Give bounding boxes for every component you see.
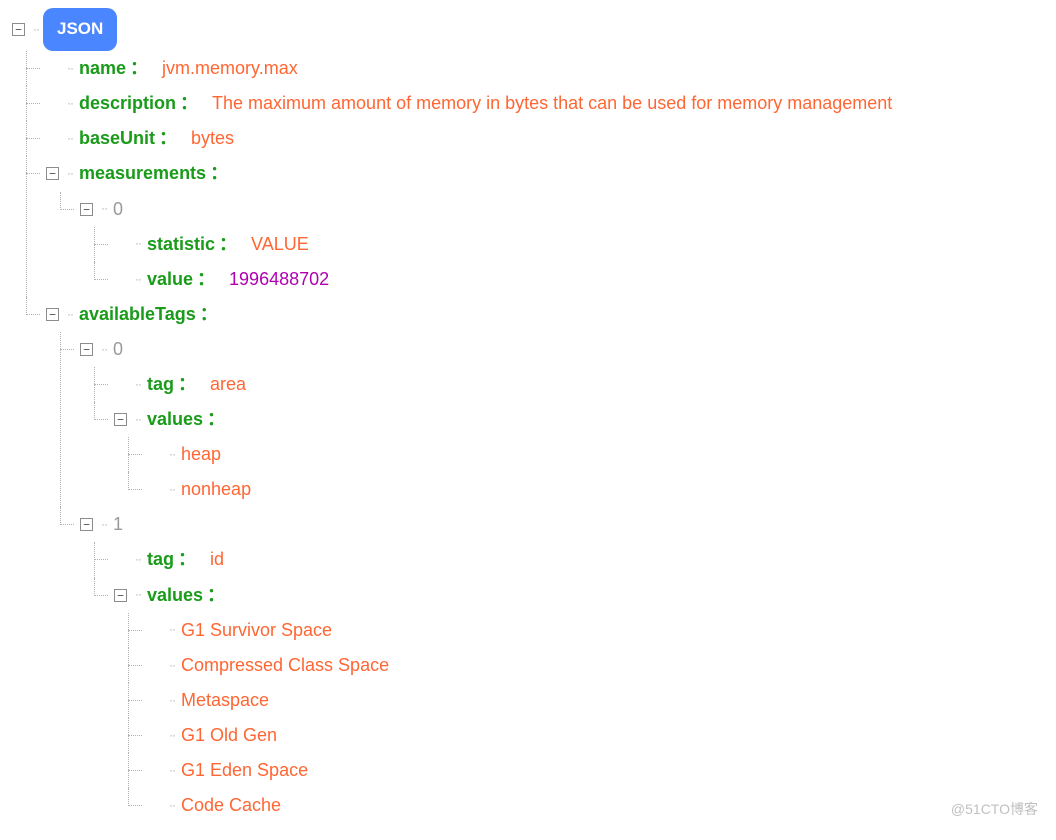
json-value: id	[210, 542, 224, 577]
tree-connector-icon: ··	[169, 689, 175, 712]
tree-connector-icon: ··	[169, 794, 175, 817]
collapse-icon[interactable]: −	[12, 23, 25, 36]
json-value: VALUE	[251, 227, 309, 262]
list-item: ·· Code Cache	[148, 788, 1044, 823]
tree-connector-icon: ··	[169, 654, 175, 677]
prop-statistic: ·· statistic： VALUE	[114, 227, 1044, 262]
tree-connector-icon: ··	[101, 513, 107, 536]
tree-connector-icon: ··	[169, 618, 175, 641]
array-item: −·· 0 ·· statistic： VALUE	[80, 192, 1044, 297]
json-key: tag	[147, 367, 174, 402]
tree-connector-icon: ··	[169, 443, 175, 466]
json-key: value	[147, 262, 193, 297]
tree-connector-icon: ··	[67, 57, 73, 80]
tree-connector-icon: ··	[67, 162, 73, 185]
json-key: description	[79, 86, 176, 121]
json-key: values	[147, 402, 203, 437]
json-value: G1 Survivor Space	[181, 613, 332, 648]
prop-values: −·· values： ··heap ··nonheap	[114, 402, 1044, 507]
json-value: bytes	[191, 121, 234, 156]
json-value: Compressed Class Space	[181, 648, 389, 683]
tree-connector-icon: ··	[169, 724, 175, 747]
json-tree-root: − ·· JSON ·· name： jvm.memory.max ·· des…	[12, 8, 1044, 823]
collapse-icon[interactable]: −	[114, 589, 127, 602]
json-value: area	[210, 367, 246, 402]
tree-connector-icon: ··	[33, 18, 39, 41]
prop-tag: ·· tag： id	[114, 542, 1044, 577]
array-index: 0	[113, 332, 123, 367]
tree-connector-icon: ··	[169, 759, 175, 782]
list-item: ·· Compressed Class Space	[148, 648, 1044, 683]
list-item: ·· G1 Old Gen	[148, 718, 1044, 753]
tree-connector-icon: ··	[169, 478, 175, 501]
collapse-icon[interactable]: −	[46, 308, 59, 321]
tree-connector-icon: ··	[101, 197, 107, 220]
watermark-text: @51CTO博客	[951, 796, 1038, 823]
prop-name: ·· name： jvm.memory.max	[46, 51, 1044, 86]
collapse-icon[interactable]: −	[114, 413, 127, 426]
json-value: heap	[181, 437, 221, 472]
collapse-icon[interactable]: −	[80, 518, 93, 531]
prop-availabletags: −·· availableTags： −·· 0 ·· tag： ar	[46, 297, 1044, 823]
tree-connector-icon: ··	[135, 583, 141, 606]
array-index: 0	[113, 192, 123, 227]
list-item: ·· G1 Survivor Space	[148, 613, 1044, 648]
tree-connector-icon: ··	[101, 338, 107, 361]
list-item: ·· Metaspace	[148, 683, 1044, 718]
json-value: nonheap	[181, 472, 251, 507]
list-item: ·· heap	[148, 437, 1044, 472]
tree-connector-icon: ··	[67, 127, 73, 150]
array-item: −·· 0 ·· tag： area	[80, 332, 1044, 507]
json-value: G1 Old Gen	[181, 718, 277, 753]
json-root-badge: JSON	[43, 8, 117, 51]
array-index: 1	[113, 507, 123, 542]
tree-connector-icon: ··	[135, 373, 141, 396]
json-key: measurements	[79, 156, 206, 191]
json-value: Metaspace	[181, 683, 269, 718]
json-key: tag	[147, 542, 174, 577]
json-value: jvm.memory.max	[162, 51, 298, 86]
tree-connector-icon: ··	[135, 268, 141, 291]
tree-connector-icon: ··	[135, 548, 141, 571]
array-item: −·· 1 ·· tag： id −	[80, 507, 1044, 823]
collapse-icon[interactable]: −	[46, 167, 59, 180]
prop-measurements: −·· measurements： −·· 0 ·· statistic：	[46, 156, 1044, 296]
tree-connector-icon: ··	[135, 232, 141, 255]
tree-connector-icon: ··	[67, 92, 73, 115]
prop-value: ·· value： 1996488702	[114, 262, 1044, 297]
collapse-icon[interactable]: −	[80, 343, 93, 356]
json-value: G1 Eden Space	[181, 753, 308, 788]
json-key: values	[147, 578, 203, 613]
prop-baseunit: ·· baseUnit： bytes	[46, 121, 1044, 156]
prop-description: ·· description： The maximum amount of me…	[46, 86, 1044, 121]
list-item: ·· nonheap	[148, 472, 1044, 507]
tree-connector-icon: ··	[67, 303, 73, 326]
json-value: Code Cache	[181, 788, 281, 823]
json-key: availableTags	[79, 297, 196, 332]
json-key: statistic	[147, 227, 215, 262]
json-value: The maximum amount of memory in bytes th…	[212, 86, 892, 121]
json-value: 1996488702	[229, 262, 329, 297]
collapse-icon[interactable]: −	[80, 203, 93, 216]
tree-connector-icon: ··	[135, 408, 141, 431]
json-key: baseUnit	[79, 121, 155, 156]
prop-values: −·· values： ··G1 Survivor Space ··Compre…	[114, 578, 1044, 824]
list-item: ·· G1 Eden Space	[148, 753, 1044, 788]
prop-tag: ·· tag： area	[114, 367, 1044, 402]
json-key: name	[79, 51, 126, 86]
